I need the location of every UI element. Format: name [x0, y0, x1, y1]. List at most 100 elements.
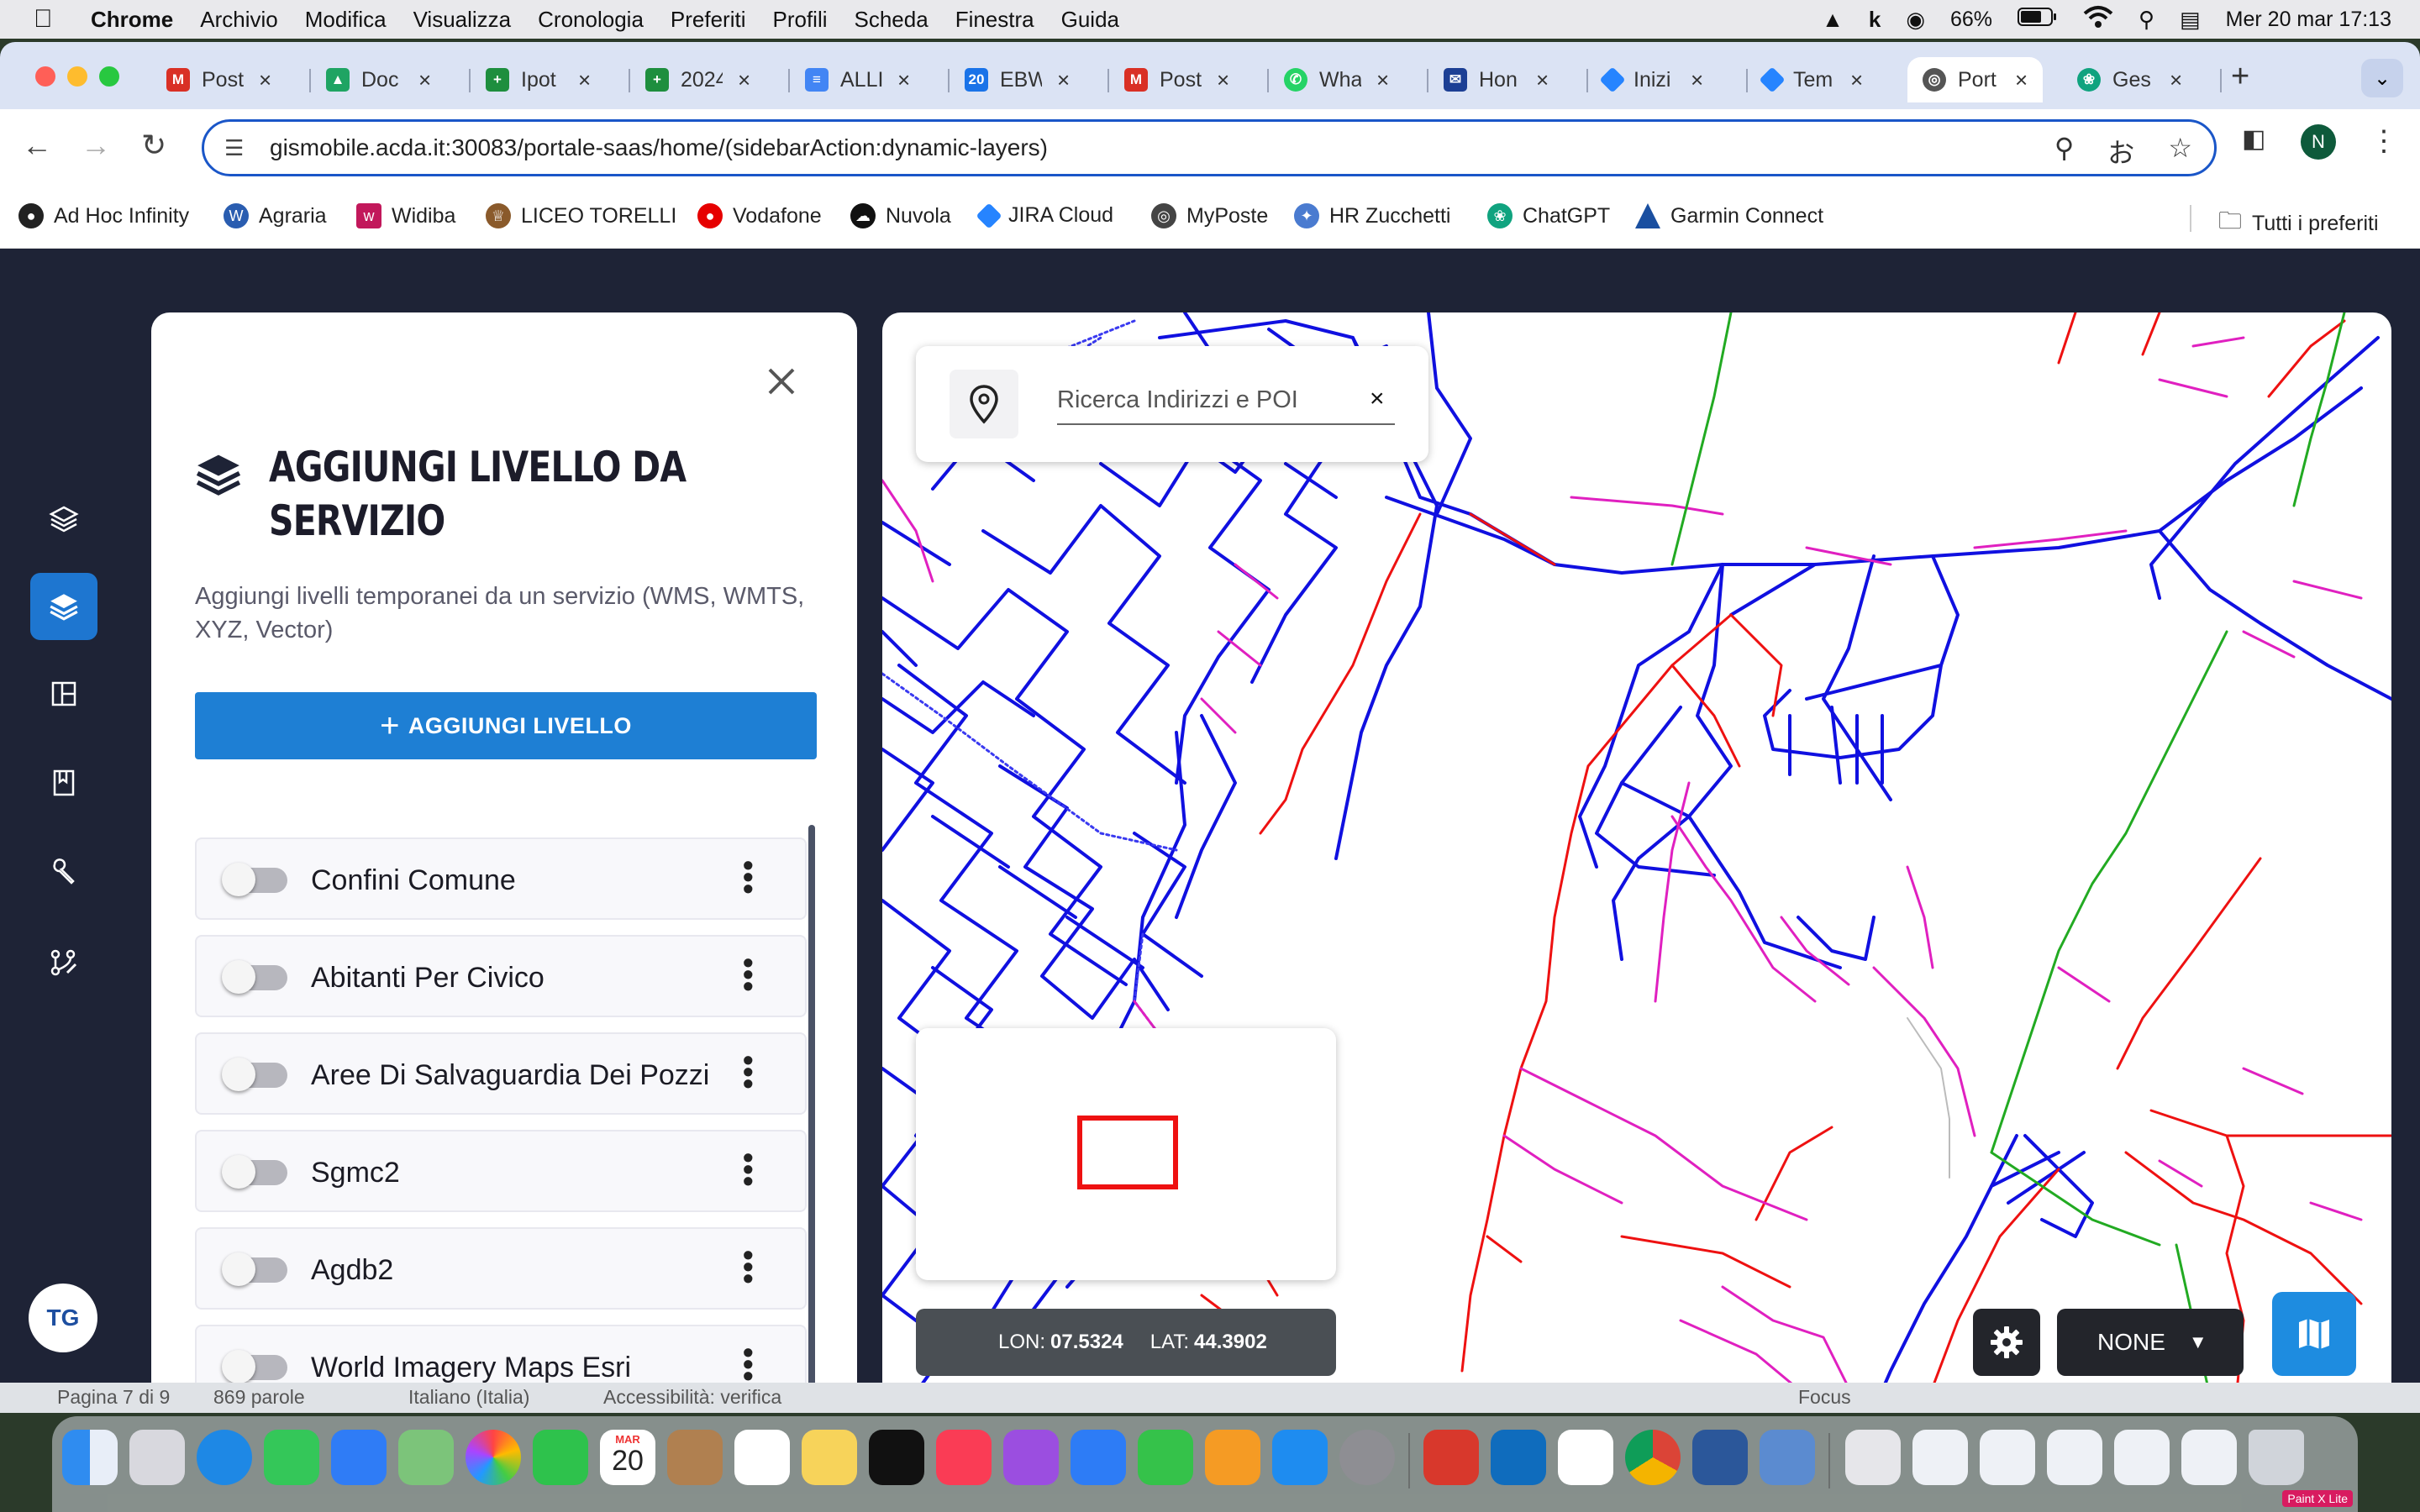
close-tab-icon[interactable]: × — [418, 67, 431, 93]
add-layer-button[interactable]: + AGGIUNGI LIVELLO — [195, 692, 817, 759]
url-text[interactable]: gismobile.acda.it:30083/portale-saas/hom… — [270, 134, 1048, 161]
more-vertical-icon[interactable]: • • • — [743, 1045, 754, 1099]
tab-7[interactable]: ✆ Wha × — [1284, 57, 1389, 102]
more-vertical-icon[interactable]: • • • — [743, 948, 754, 1001]
tab-4[interactable]: ≡ ALLI × — [805, 57, 910, 102]
layer-toggle[interactable] — [222, 1252, 287, 1286]
safari-icon[interactable] — [197, 1430, 252, 1485]
password-key-icon[interactable]: ⚲ — [2054, 132, 2074, 171]
slack-icon[interactable] — [1558, 1430, 1613, 1485]
bookmark-myposte[interactable]: ◎ MyPoste — [1151, 203, 1268, 228]
menu-item-visualizza[interactable]: Visualizza — [413, 7, 512, 33]
menu-item-profili[interactable]: Profili — [772, 7, 827, 33]
menu-item-guida[interactable]: Guida — [1061, 7, 1119, 33]
warning-icon[interactable]: ▲ — [1822, 7, 1844, 33]
app-store-icon[interactable] — [1272, 1430, 1328, 1485]
bookmark-garmin-connect[interactable]: Garmin Connect — [1635, 203, 1823, 228]
search-input[interactable]: Ricerca Indirizzi e POI — [1057, 386, 1298, 414]
close-tab-icon[interactable]: × — [1217, 67, 1229, 93]
numbers-icon[interactable] — [1138, 1430, 1193, 1485]
side-panel-icon[interactable]: ◧ — [2242, 124, 2265, 154]
nav-tools-button[interactable] — [30, 838, 97, 906]
close-tab-icon[interactable]: × — [1850, 67, 1863, 93]
close-tab-icon[interactable]: × — [2170, 67, 2182, 93]
bookmark-vodafone[interactable]: ● Vodafone — [697, 203, 822, 228]
outlook-icon[interactable] — [1491, 1430, 1546, 1485]
layer-toggle[interactable] — [222, 1058, 287, 1091]
tab-5[interactable]: 20 EBW × — [965, 57, 1070, 102]
tab-2[interactable]: + Ipot × — [486, 57, 591, 102]
control-center-icon[interactable]: ▤ — [2180, 7, 2201, 33]
menu-item-finestra[interactable]: Finestra — [955, 7, 1034, 33]
notes-icon[interactable] — [802, 1430, 857, 1485]
basemap-button[interactable] — [2272, 1292, 2356, 1376]
map-settings-button[interactable] — [1973, 1309, 2040, 1376]
bookmark-hr-zucchetti[interactable]: ✦ HR Zucchetti — [1294, 203, 1450, 228]
bookmark-ad-hoc-infinity[interactable]: ● Ad Hoc Infinity — [18, 203, 189, 228]
messages-icon[interactable] — [264, 1430, 319, 1485]
overview-minimap[interactable] — [916, 1028, 1336, 1280]
keynote-icon[interactable] — [1071, 1430, 1126, 1485]
k-app-icon[interactable]: k — [1869, 7, 1881, 33]
preview-icon[interactable] — [1760, 1430, 1815, 1485]
bookmark-all-folder[interactable]: 🗀 Tutti i preferiti — [2218, 203, 2379, 244]
menu-item-cronologia[interactable]: Cronologia — [538, 7, 644, 33]
tab-6[interactable]: M Post × — [1124, 57, 1229, 102]
nav-bookmarks-button[interactable] — [30, 749, 97, 816]
wifi-icon[interactable] — [2083, 5, 2113, 34]
remote-desktop-icon[interactable] — [1423, 1430, 1479, 1485]
bookmark-star-icon[interactable]: ☆ — [2168, 132, 2192, 171]
translate-icon[interactable]: お — [2107, 132, 2134, 171]
layer-toggle[interactable] — [222, 960, 287, 994]
system-settings-icon[interactable] — [1339, 1430, 1395, 1485]
tab-8[interactable]: ✉ Hon × — [1444, 57, 1549, 102]
map-view[interactable]: Ricerca Indirizzi e POI × LON: 07.5324 L… — [882, 312, 2391, 1393]
recent-document-icon[interactable] — [2181, 1430, 2237, 1485]
more-vertical-icon[interactable]: • • • — [743, 1142, 754, 1196]
close-tab-icon[interactable]: × — [259, 67, 271, 93]
calendar-icon[interactable]: MAR 20 — [600, 1430, 655, 1485]
close-window-button[interactable] — [35, 66, 55, 87]
close-tab-icon[interactable]: × — [738, 67, 750, 93]
close-tab-icon[interactable]: × — [2015, 67, 2028, 93]
recent-document-icon[interactable] — [1845, 1430, 1901, 1485]
close-icon[interactable] — [763, 363, 800, 400]
tab-9[interactable]: Inizi × — [1599, 57, 1703, 102]
menu-app-name[interactable]: Chrome — [91, 7, 173, 33]
close-tab-icon[interactable]: × — [897, 67, 910, 93]
nav-dynamic-layers-button[interactable] — [30, 573, 97, 640]
tab-12[interactable]: ❀ Ges × — [2077, 57, 2182, 102]
contacts-icon[interactable] — [667, 1430, 723, 1485]
podcasts-icon[interactable] — [1003, 1430, 1059, 1485]
user-avatar[interactable]: TG — [29, 1284, 97, 1352]
apple-tv-icon[interactable] — [869, 1430, 924, 1485]
recent-document-icon[interactable] — [1912, 1430, 1968, 1485]
chrome-menu-icon[interactable]: ⋮ — [2370, 124, 2398, 158]
mail-icon[interactable] — [331, 1430, 387, 1485]
bookmark-chatgpt[interactable]: ❀ ChatGPT — [1487, 203, 1610, 228]
back-arrow-icon[interactable]: ← — [22, 128, 52, 163]
battery-icon[interactable] — [2018, 7, 2058, 33]
bookmark-jira-cloud[interactable]: JIRA Cloud — [976, 202, 1113, 229]
menu-datetime[interactable]: Mer 20 mar 17:13 — [2226, 8, 2391, 32]
tab-0[interactable]: M Post × — [166, 57, 271, 102]
profile-avatar[interactable]: N — [2301, 124, 2336, 160]
facetime-icon[interactable] — [533, 1430, 588, 1485]
new-tab-button[interactable]: + — [2231, 59, 2249, 95]
menu-item-archivio[interactable]: Archivio — [200, 7, 277, 33]
close-tab-icon[interactable]: × — [1536, 67, 1549, 93]
forward-arrow-icon[interactable]: → — [81, 128, 111, 163]
close-tab-icon[interactable]: × — [1691, 67, 1703, 93]
tab-search-chevron-icon[interactable]: ⌄ — [2361, 59, 2403, 97]
close-tab-icon[interactable]: × — [1376, 67, 1389, 93]
minimize-window-button[interactable] — [67, 66, 87, 87]
tab-11-active[interactable]: ◎ Port × — [1907, 57, 2044, 102]
photos-icon[interactable] — [466, 1430, 521, 1485]
reload-icon[interactable]: ↻ — [141, 128, 166, 163]
reminders-icon[interactable] — [734, 1430, 790, 1485]
menu-item-modifica[interactable]: Modifica — [305, 7, 387, 33]
layer-toggle[interactable] — [222, 1350, 287, 1383]
bookmark-nuvola[interactable]: ☁ Nuvola — [850, 203, 951, 228]
apple-icon[interactable]:  — [34, 5, 71, 34]
trash-icon[interactable] — [2249, 1430, 2304, 1485]
